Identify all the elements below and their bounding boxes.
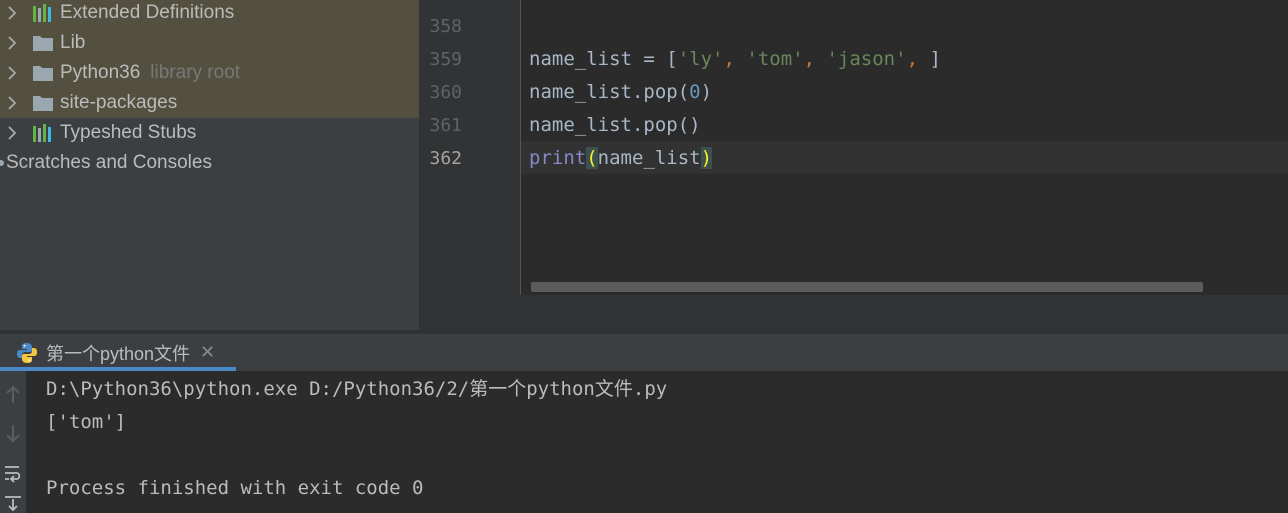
- horizontal-scrollbar[interactable]: [531, 282, 1203, 292]
- code-token: =: [631, 48, 667, 70]
- code-token: name_list.pop(: [529, 81, 690, 103]
- tree-item-typeshed-stubs[interactable]: Typeshed Stubs: [0, 118, 419, 148]
- code-string: 'jason': [826, 48, 907, 70]
- arrow-down-icon[interactable]: [0, 423, 26, 443]
- tree-item-label: Lib: [60, 32, 86, 53]
- code-token: ,: [906, 48, 930, 70]
- code-token: ,: [803, 48, 827, 70]
- chevron-right-icon[interactable]: [0, 58, 24, 88]
- scroll-to-end-icon[interactable]: [0, 495, 26, 513]
- library-icon: [32, 124, 54, 142]
- run-tab-label: 第一个python文件: [46, 343, 191, 364]
- tree-item-python36[interactable]: Python36 library root: [0, 58, 419, 88]
- chevron-right-icon[interactable]: [0, 118, 24, 148]
- code-token: [: [666, 48, 678, 70]
- tree-item-extended-definitions[interactable]: Extended Definitions: [0, 0, 419, 28]
- run-console[interactable]: D:\Python36\python.exe D:/Python36/2/第一个…: [26, 371, 1288, 513]
- tree-item-label: Python36: [60, 62, 141, 83]
- code-line-362[interactable]: print(name_list): [529, 142, 713, 175]
- python-icon: [16, 342, 38, 364]
- code-line-360[interactable]: name_list.pop(0): [529, 76, 712, 109]
- line-number: 360: [429, 82, 462, 103]
- code-builtin: print: [529, 147, 587, 169]
- tree-item-label: Scratches and Consoles: [6, 152, 212, 173]
- arrow-up-icon[interactable]: [0, 385, 26, 405]
- line-number-current: 362: [429, 148, 462, 169]
- code-token: ,: [723, 48, 747, 70]
- line-number: 359: [429, 49, 462, 70]
- chevron-right-icon[interactable]: [0, 28, 24, 58]
- console-line: D:\Python36\python.exe D:/Python36/2/第一个…: [46, 378, 668, 400]
- run-tab[interactable]: 第一个python文件 ✕: [0, 334, 236, 371]
- soft-wrap-icon[interactable]: [0, 463, 26, 483]
- code-string: 'ly': [677, 48, 724, 70]
- code-line-359[interactable]: name_list = ['ly', 'tom', 'jason', ]: [529, 43, 941, 76]
- line-number: 358: [429, 16, 462, 37]
- line-number: 361: [429, 115, 462, 136]
- editor-bottom-area: [419, 295, 1288, 330]
- matched-brace: ): [700, 147, 713, 169]
- code-token: ]: [929, 48, 941, 70]
- run-toolbar: [0, 371, 26, 513]
- editor-gutter: 358 359 360 361 362: [419, 0, 520, 295]
- tree-item-site-packages[interactable]: site-packages: [0, 88, 419, 118]
- run-tab-bar: 第一个python文件 ✕: [0, 334, 1288, 371]
- folder-icon: [32, 64, 54, 82]
- tree-item-lib[interactable]: Lib: [0, 28, 419, 58]
- code-token: ): [700, 81, 713, 103]
- tree-item-label: site-packages: [60, 92, 178, 113]
- folder-icon: [32, 34, 54, 52]
- code-token: name_list: [597, 147, 701, 169]
- close-icon[interactable]: ✕: [200, 342, 215, 363]
- library-icon: [32, 4, 54, 22]
- console-line: Process finished with exit code 0: [46, 477, 424, 499]
- chevron-right-icon[interactable]: [0, 0, 24, 28]
- code-editor[interactable]: name_list = ['ly', 'tom', 'jason', ] nam…: [521, 0, 1288, 295]
- code-token: name_list.pop(): [529, 114, 701, 136]
- code-line-361[interactable]: name_list.pop(): [529, 109, 701, 142]
- code-number: 0: [689, 81, 701, 103]
- library-root-hint: library root: [150, 62, 241, 83]
- tree-item-label: Typeshed Stubs: [60, 122, 197, 143]
- console-line: ['tom']: [46, 411, 127, 433]
- code-token: name_list: [529, 48, 632, 70]
- folder-icon: [32, 94, 54, 112]
- project-tree: Extended Definitions Lib Python36 librar…: [0, 0, 419, 330]
- tree-item-label: Extended Definitions: [60, 2, 235, 23]
- code-string: 'tom': [746, 48, 804, 70]
- chevron-right-icon[interactable]: [0, 88, 24, 118]
- tree-item-scratches[interactable]: Scratches and Consoles: [0, 148, 419, 178]
- matched-brace: (: [586, 147, 598, 169]
